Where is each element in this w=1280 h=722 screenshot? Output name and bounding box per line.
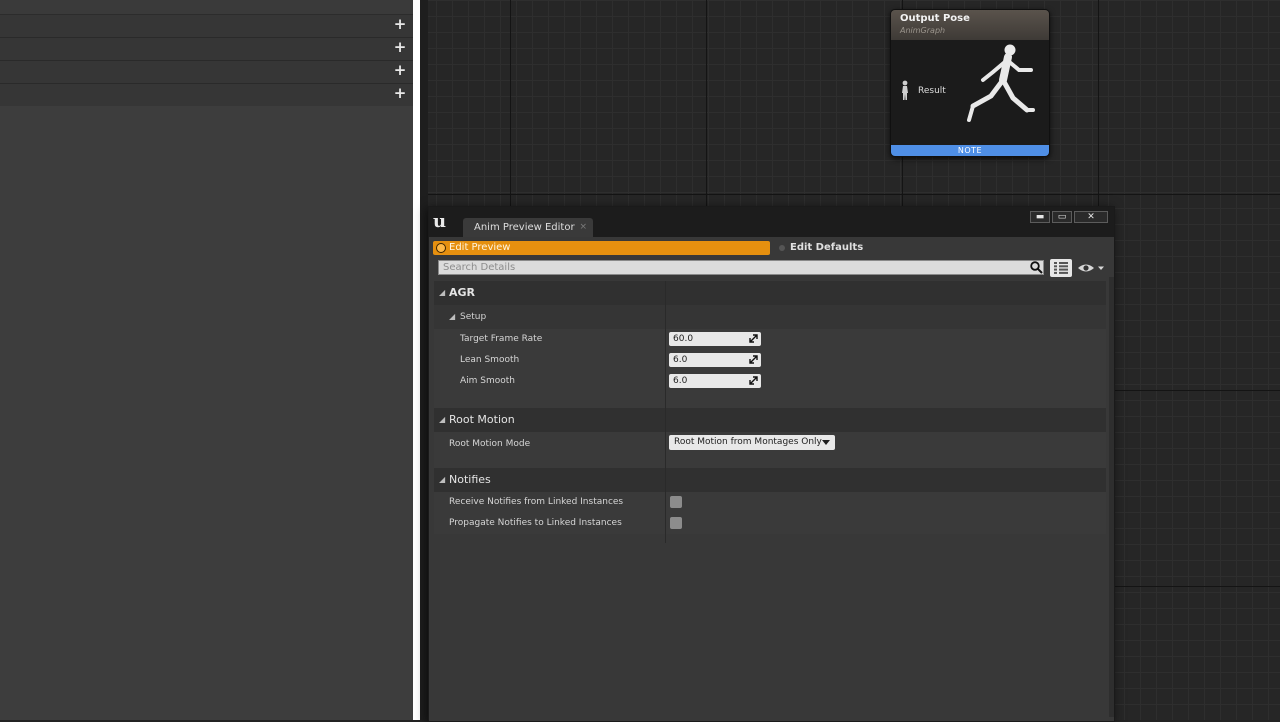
tab-anim-preview-editor[interactable]: Anim Preview Editor × — [463, 218, 593, 237]
node-title: Output Pose — [900, 13, 970, 24]
dropdown-value: Root Motion from Montages Only — [674, 437, 822, 447]
left-panel-row: + — [0, 15, 413, 38]
left-panel-row: + — [0, 84, 413, 107]
spacer-row — [434, 456, 1106, 468]
window-titlebar[interactable]: u Anim Preview Editor × ▬ ▭ ✕ — [429, 207, 1114, 237]
expand-arrow-icon: ◢ — [449, 312, 456, 321]
property-label: Target Frame Rate — [460, 334, 543, 344]
resize-icon — [749, 334, 758, 343]
category-root-motion[interactable]: ◢ Root Motion — [434, 408, 1106, 432]
edit-preview-label: Edit Preview — [449, 242, 511, 253]
mode-selector: Edit Preview Edit Defaults — [433, 240, 1109, 256]
subcategory-setup[interactable]: ◢ Setup — [434, 305, 1106, 329]
resize-icon — [749, 355, 758, 364]
radio-selected-icon — [436, 243, 446, 253]
category-label: Notifies — [449, 473, 491, 486]
plus-icon[interactable]: + — [393, 40, 407, 55]
property-row-target-frame-rate: Target Frame Rate 60.0 — [434, 329, 1106, 350]
maximize-button[interactable]: ▭ — [1052, 211, 1072, 223]
propagate-notifies-checkbox[interactable] — [670, 517, 682, 529]
property-row-lean-smooth: Lean Smooth 6.0 — [434, 350, 1106, 371]
root-motion-mode-dropdown[interactable]: Root Motion from Montages Only — [669, 435, 835, 450]
eye-icon[interactable] — [1077, 262, 1105, 274]
column-splitter[interactable] — [665, 281, 666, 543]
result-pin[interactable]: Result — [899, 80, 946, 102]
left-panel-body — [0, 106, 413, 720]
receive-notifies-checkbox[interactable] — [670, 496, 682, 508]
grid-view-icon — [1054, 262, 1068, 274]
property-label: Lean Smooth — [460, 355, 520, 365]
close-window-button[interactable]: ✕ — [1074, 211, 1108, 223]
window-controls: ▬ ▭ ✕ — [1028, 211, 1108, 223]
node-subtitle: AnimGraph — [900, 26, 946, 35]
edit-preview-toggle[interactable]: Edit Preview — [433, 241, 770, 255]
anim-preview-editor-window: u Anim Preview Editor × ▬ ▭ ✕ Edit Previ… — [428, 206, 1115, 722]
category-label: AGR — [449, 286, 476, 299]
expand-arrow-icon: ◢ — [439, 288, 446, 297]
graph-edge — [420, 0, 428, 720]
field-value: 6.0 — [673, 355, 688, 365]
tab-label: Anim Preview Editor — [474, 222, 575, 233]
left-panel: + + + + — [0, 0, 413, 720]
pin-label: Result — [918, 86, 946, 96]
left-panel-row: + — [0, 61, 413, 84]
expand-arrow-icon: ◢ — [439, 475, 446, 484]
lean-smooth-field[interactable]: 6.0 — [669, 353, 761, 367]
chevron-down-icon — [822, 440, 830, 445]
grid-view-button[interactable] — [1050, 259, 1072, 277]
mannequin-icon — [967, 44, 1035, 122]
search-icon[interactable] — [1030, 261, 1043, 274]
plus-icon[interactable]: + — [393, 63, 407, 78]
search-row — [438, 259, 1104, 277]
property-label: Propagate Notifies to Linked Instances — [449, 518, 622, 528]
edit-defaults-toggle[interactable]: Edit Defaults — [777, 241, 977, 255]
property-label: Aim Smooth — [460, 376, 516, 386]
edit-defaults-label: Edit Defaults — [790, 242, 864, 253]
plus-icon[interactable]: + — [393, 17, 407, 32]
unreal-logo-icon: u — [433, 211, 447, 232]
aim-smooth-field[interactable]: 6.0 — [669, 374, 761, 388]
plus-icon[interactable]: + — [393, 86, 407, 101]
close-icon[interactable]: × — [579, 218, 587, 237]
property-row-receive-notifies: Receive Notifies from Linked Instances — [434, 492, 1106, 513]
output-pose-node[interactable]: Output Pose AnimGraph Result NOTE — [890, 9, 1050, 157]
property-row-aim-smooth: Aim Smooth 6.0 — [434, 371, 1106, 392]
details-panel: ◢ AGR ◢ Setup Target Frame Rate 60.0 Lea… — [434, 281, 1107, 721]
note-bar[interactable]: NOTE — [891, 145, 1049, 156]
minimize-button[interactable]: ▬ — [1030, 211, 1050, 223]
left-panel-header — [0, 0, 413, 15]
subcategory-label: Setup — [460, 312, 487, 322]
pose-pin-icon — [902, 80, 908, 100]
radio-icon — [779, 245, 785, 251]
property-label: Root Motion Mode — [449, 439, 531, 449]
node-header: Output Pose AnimGraph — [891, 10, 1049, 40]
category-agr[interactable]: ◢ AGR — [434, 281, 1106, 305]
category-label: Root Motion — [449, 413, 515, 426]
left-panel-row: + — [0, 38, 413, 61]
property-label: Receive Notifies from Linked Instances — [449, 497, 624, 507]
field-value: 60.0 — [673, 334, 694, 344]
expand-arrow-icon: ◢ — [439, 415, 446, 424]
details-scrollbar[interactable] — [1109, 277, 1114, 717]
property-row-root-motion-mode: Root Motion Mode Root Motion from Montag… — [434, 432, 1106, 456]
search-details-input[interactable] — [438, 260, 1044, 275]
panel-splitter[interactable] — [413, 0, 420, 720]
spacer-row — [434, 392, 1106, 408]
category-notifies[interactable]: ◢ Notifies — [434, 468, 1106, 492]
resize-icon — [749, 376, 758, 385]
property-row-propagate-notifies: Propagate Notifies to Linked Instances — [434, 513, 1106, 534]
target-frame-rate-field[interactable]: 60.0 — [669, 332, 761, 346]
field-value: 6.0 — [673, 376, 688, 386]
